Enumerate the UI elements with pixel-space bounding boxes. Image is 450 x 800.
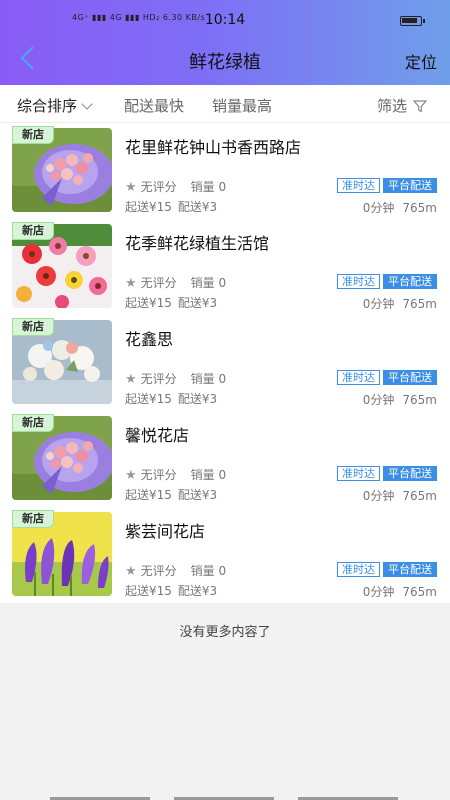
delivery-tags: 准时达 平台配送 — [337, 562, 437, 577]
shop-card[interactable]: 新店 馨悦花店 ★ 无评分 销量 0 起送¥15 配送¥3 准时达 平台配送 0分钟 76… — [0, 411, 450, 507]
new-shop-badge: 新店 — [12, 414, 54, 432]
min-order: 起送¥15 — [125, 200, 172, 214]
star-icon: ★ — [125, 180, 137, 195]
sort-label: 综合排序 — [17, 97, 78, 115]
shop-sales: 销量 0 — [190, 180, 227, 194]
clock: 10:14 — [204, 12, 246, 28]
star-icon: ★ — [125, 372, 137, 387]
delivery-time: 0分钟 — [362, 489, 395, 503]
shop-rating: ★ 无评分 销量 0 — [125, 372, 227, 387]
platform-delivery-tag: 平台配送 — [383, 562, 437, 577]
shop-card[interactable]: 新店 花鑫思 ★ 无评分 销量 0 起送¥15 配送¥3 准时达 平台配送 0分钟 765… — [0, 315, 450, 411]
delivery-tags: 准时达 平台配送 — [337, 466, 437, 481]
shop-fees: 起送¥15 配送¥3 — [125, 486, 217, 503]
no-more-content: 没有更多内容了 — [179, 625, 271, 640]
on-time-tag: 准时达 — [337, 370, 380, 385]
new-shop-badge: 新店 — [12, 318, 54, 336]
min-order: 起送¥15 — [125, 296, 172, 310]
platform-delivery-tag: 平台配送 — [383, 274, 437, 289]
star-icon: ★ — [125, 468, 137, 483]
distance: 765m — [402, 201, 437, 215]
shop-card[interactable]: 新店 紫芸间花店 ★ 无评分 销量 0 起送¥15 配送¥3 准时达 平台配送 0分钟 7… — [0, 507, 450, 603]
status-bar: 4G⁺ ▮▮▮ 4G ▮▮▮ HD₂ 6.30 KB/s 10:14 — [0, 8, 450, 34]
shop-name: 紫芸间花店 — [125, 522, 206, 541]
sort-comprehensive-dropdown[interactable]: 综合排序 — [17, 95, 93, 116]
shop-name: 馨悦花店 — [125, 426, 190, 445]
shop-sales: 销量 0 — [190, 564, 227, 578]
shop-distance: 0分钟 765m — [363, 199, 437, 216]
delivery-time: 0分钟 — [362, 201, 395, 215]
shop-fees: 起送¥15 配送¥3 — [125, 390, 217, 407]
star-icon: ★ — [125, 564, 137, 579]
on-time-tag: 准时达 — [337, 178, 380, 193]
shop-rating: ★ 无评分 销量 0 — [125, 468, 227, 483]
delivery-fee: 配送¥3 — [177, 488, 218, 502]
distance: 765m — [402, 393, 437, 407]
shop-name: 花鑫思 — [125, 330, 174, 349]
filter-button[interactable]: 筛选 — [377, 95, 428, 116]
min-order: 起送¥15 — [125, 392, 172, 406]
shop-distance: 0分钟 765m — [363, 391, 437, 408]
delivery-fee: 配送¥3 — [177, 296, 218, 310]
delivery-fee: 配送¥3 — [177, 584, 218, 598]
shop-distance: 0分钟 765m — [363, 295, 437, 312]
min-order: 起送¥15 — [125, 488, 172, 502]
delivery-tags: 准时达 平台配送 — [337, 178, 437, 193]
sort-fastest-delivery[interactable]: 配送最快 — [124, 95, 184, 116]
shop-fees: 起送¥15 配送¥3 — [125, 198, 217, 215]
shop-list: 新店 花里鲜花钟山书香西路店 ★ 无评分 销量 0 起送¥15 配送¥3 准时达 平台配… — [0, 123, 450, 603]
distance: 765m — [402, 297, 437, 311]
filter-bar: 综合排序 配送最快 销量最高 筛选 — [0, 85, 450, 123]
min-order: 起送¥15 — [125, 584, 172, 598]
funnel-icon — [413, 100, 428, 113]
delivery-fee: 配送¥3 — [177, 200, 218, 214]
shop-distance: 0分钟 765m — [363, 583, 437, 600]
new-shop-badge: 新店 — [12, 126, 54, 144]
shop-sales: 销量 0 — [190, 468, 227, 482]
chevron-down-icon — [81, 98, 93, 110]
shop-name: 花季鲜花绿植生活馆 — [125, 234, 270, 253]
platform-delivery-tag: 平台配送 — [383, 178, 437, 193]
shop-sales: 销量 0 — [190, 276, 227, 290]
battery-icon — [400, 16, 425, 26]
platform-delivery-tag: 平台配送 — [383, 370, 437, 385]
new-shop-badge: 新店 — [12, 510, 54, 528]
sort-top-sales[interactable]: 销量最高 — [212, 95, 272, 116]
distance: 765m — [402, 585, 437, 599]
distance: 765m — [402, 489, 437, 503]
on-time-tag: 准时达 — [337, 562, 380, 577]
shop-card[interactable]: 新店 花里鲜花钟山书香西路店 ★ 无评分 销量 0 起送¥15 配送¥3 准时达 平台配… — [0, 123, 450, 219]
delivery-tags: 准时达 平台配送 — [337, 370, 437, 385]
on-time-tag: 准时达 — [337, 274, 380, 289]
star-icon: ★ — [125, 276, 137, 291]
delivery-tags: 准时达 平台配送 — [337, 274, 437, 289]
shop-rating: ★ 无评分 销量 0 — [125, 180, 227, 195]
shop-fees: 起送¥15 配送¥3 — [125, 294, 217, 311]
shop-rating: ★ 无评分 销量 0 — [125, 276, 227, 291]
delivery-time: 0分钟 — [362, 393, 395, 407]
delivery-time: 0分钟 — [362, 585, 395, 599]
delivery-fee: 配送¥3 — [177, 392, 218, 406]
on-time-tag: 准时达 — [337, 466, 380, 481]
platform-delivery-tag: 平台配送 — [383, 466, 437, 481]
page-title: 鲜花绿植 — [189, 52, 261, 73]
delivery-time: 0分钟 — [362, 297, 395, 311]
filter-label: 筛选 — [377, 97, 408, 115]
locate-button[interactable]: 定位 — [405, 49, 437, 73]
shop-rating: ★ 无评分 销量 0 — [125, 564, 227, 579]
shop-distance: 0分钟 765m — [363, 487, 437, 504]
shop-fees: 起送¥15 配送¥3 — [125, 582, 217, 599]
shop-sales: 销量 0 — [190, 372, 227, 386]
new-shop-badge: 新店 — [12, 222, 54, 240]
shop-card[interactable]: 新店 花季鲜花绿植生活馆 ★ 无评分 销量 0 起送¥15 配送¥3 准时达 平台配送 … — [0, 219, 450, 315]
shop-name: 花里鲜花钟山书香西路店 — [125, 138, 302, 157]
app-header: 4G⁺ ▮▮▮ 4G ▮▮▮ HD₂ 6.30 KB/s 10:14 鲜花绿植 … — [0, 0, 450, 85]
